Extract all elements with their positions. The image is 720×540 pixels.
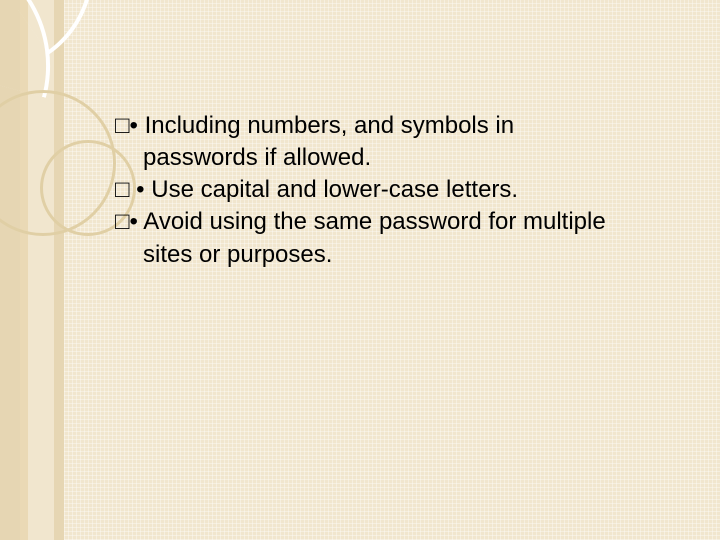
bullet-text: Including numbers, and symbols in passwo…: [138, 112, 514, 171]
slide-body: □• Including numbers, and symbols in pas…: [115, 110, 635, 271]
bullet-text: Use capital and lower-case letters.: [145, 176, 519, 203]
bullet-item: □• Including numbers, and symbols in pas…: [115, 110, 635, 174]
bullet-marker: □•: [115, 208, 138, 235]
slide: □• Including numbers, and symbols in pas…: [0, 0, 720, 540]
bullet-marker: □•: [115, 112, 138, 139]
bullet-item: □ • Use capital and lower-case letters.: [115, 174, 635, 206]
bullet-marker: □ •: [115, 176, 145, 203]
decor-stripe: [54, 0, 64, 540]
bullet-item: □• Avoid using the same password for mul…: [115, 206, 635, 270]
bullet-text: Avoid using the same password for multip…: [138, 208, 606, 267]
